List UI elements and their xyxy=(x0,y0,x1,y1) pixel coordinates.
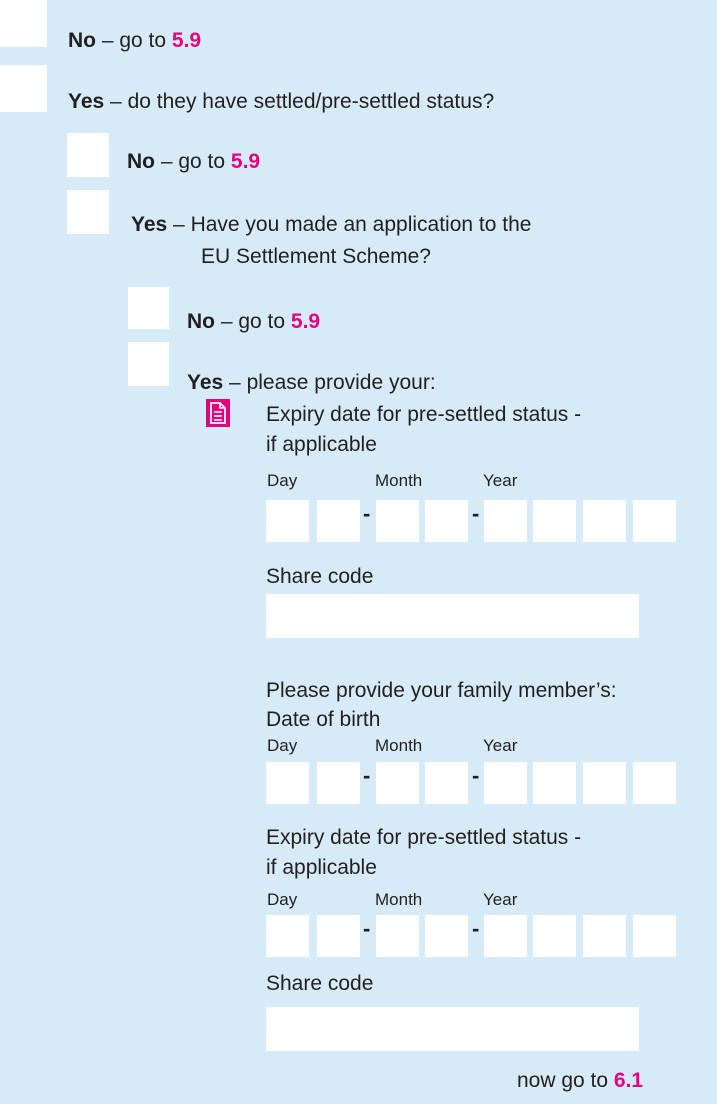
checkbox-yes-1[interactable] xyxy=(0,65,47,112)
family-expiry-day-digit-1[interactable] xyxy=(266,915,309,957)
dob-year-digit-2[interactable] xyxy=(533,762,576,804)
expiry-label-cont: if applicable xyxy=(266,433,377,456)
year-label: Year xyxy=(483,736,518,755)
month-label: Month xyxy=(375,890,423,909)
expiry-year-digit-4[interactable] xyxy=(633,500,676,542)
expiry-month-digit-1[interactable] xyxy=(376,500,419,542)
month-label: Month xyxy=(375,736,423,755)
date-separator: - xyxy=(472,501,480,526)
date-separator: - xyxy=(472,916,480,941)
share-code-label: Share code xyxy=(266,565,374,588)
day-label: Day xyxy=(267,890,298,909)
option-no-2: No – go to 5.9 xyxy=(127,150,261,173)
family-expiry-year-digit-1[interactable] xyxy=(484,915,527,957)
family-share-code-label: Share code xyxy=(266,972,374,995)
family-intro: Please provide your family member’s: xyxy=(266,679,617,702)
checkbox-yes-2[interactable] xyxy=(67,190,109,234)
family-expiry-label-cont: if applicable xyxy=(266,856,377,879)
family-expiry-month-digit-2[interactable] xyxy=(425,915,468,957)
dob-day-digit-1[interactable] xyxy=(266,762,309,804)
family-expiry-year-digit-2[interactable] xyxy=(533,915,576,957)
date-separator: - xyxy=(363,916,371,941)
share-code-input[interactable] xyxy=(266,594,639,638)
option-yes-2: Yes – Have you made an application to th… xyxy=(131,213,532,236)
expiry-year-digit-3[interactable] xyxy=(583,500,626,542)
expiry-day-digit-2[interactable] xyxy=(317,500,360,542)
day-label: Day xyxy=(267,736,298,755)
family-expiry-label: Expiry date for pre-settled status - xyxy=(266,826,582,849)
family-expiry-month-digit-1[interactable] xyxy=(376,915,419,957)
expiry-day-digit-1[interactable] xyxy=(266,500,309,542)
dob-month-digit-1[interactable] xyxy=(376,762,419,804)
family-expiry-day-digit-2[interactable] xyxy=(317,915,360,957)
option-no-3: No – go to 5.9 xyxy=(187,310,321,333)
next-step-instruction: now go to 6.1 xyxy=(517,1069,644,1092)
expiry-year-digit-1[interactable] xyxy=(484,500,527,542)
checkbox-yes-3[interactable] xyxy=(128,342,169,386)
dob-day-digit-2[interactable] xyxy=(317,762,360,804)
expiry-month-digit-2[interactable] xyxy=(425,500,468,542)
family-expiry-year-digit-4[interactable] xyxy=(633,915,676,957)
document-icon xyxy=(206,399,230,427)
year-label: Year xyxy=(483,890,518,909)
date-separator: - xyxy=(363,501,371,526)
year-label: Year xyxy=(483,471,518,490)
dob-year-digit-3[interactable] xyxy=(583,762,626,804)
expiry-year-digit-2[interactable] xyxy=(533,500,576,542)
option-yes-2-cont: EU Settlement Scheme? xyxy=(201,245,431,268)
dob-year-digit-1[interactable] xyxy=(484,762,527,804)
checkbox-no-2[interactable] xyxy=(67,133,109,177)
checkbox-no-3[interactable] xyxy=(128,287,169,329)
month-label: Month xyxy=(375,471,423,490)
date-separator: - xyxy=(363,763,371,788)
option-yes-1: Yes – do they have settled/pre-settled s… xyxy=(68,90,495,113)
day-label: Day xyxy=(267,471,298,490)
option-no-1: No – go to 5.9 xyxy=(68,29,202,52)
dob-year-digit-4[interactable] xyxy=(633,762,676,804)
dob-month-digit-2[interactable] xyxy=(425,762,468,804)
checkbox-no-1[interactable] xyxy=(0,0,47,47)
date-separator: - xyxy=(472,763,480,788)
family-dob-label: Date of birth xyxy=(266,708,381,731)
expiry-label: Expiry date for pre-settled status - xyxy=(266,403,582,426)
option-yes-3: Yes – please provide your: xyxy=(187,371,436,394)
family-share-code-input[interactable] xyxy=(266,1007,639,1051)
family-expiry-year-digit-3[interactable] xyxy=(583,915,626,957)
